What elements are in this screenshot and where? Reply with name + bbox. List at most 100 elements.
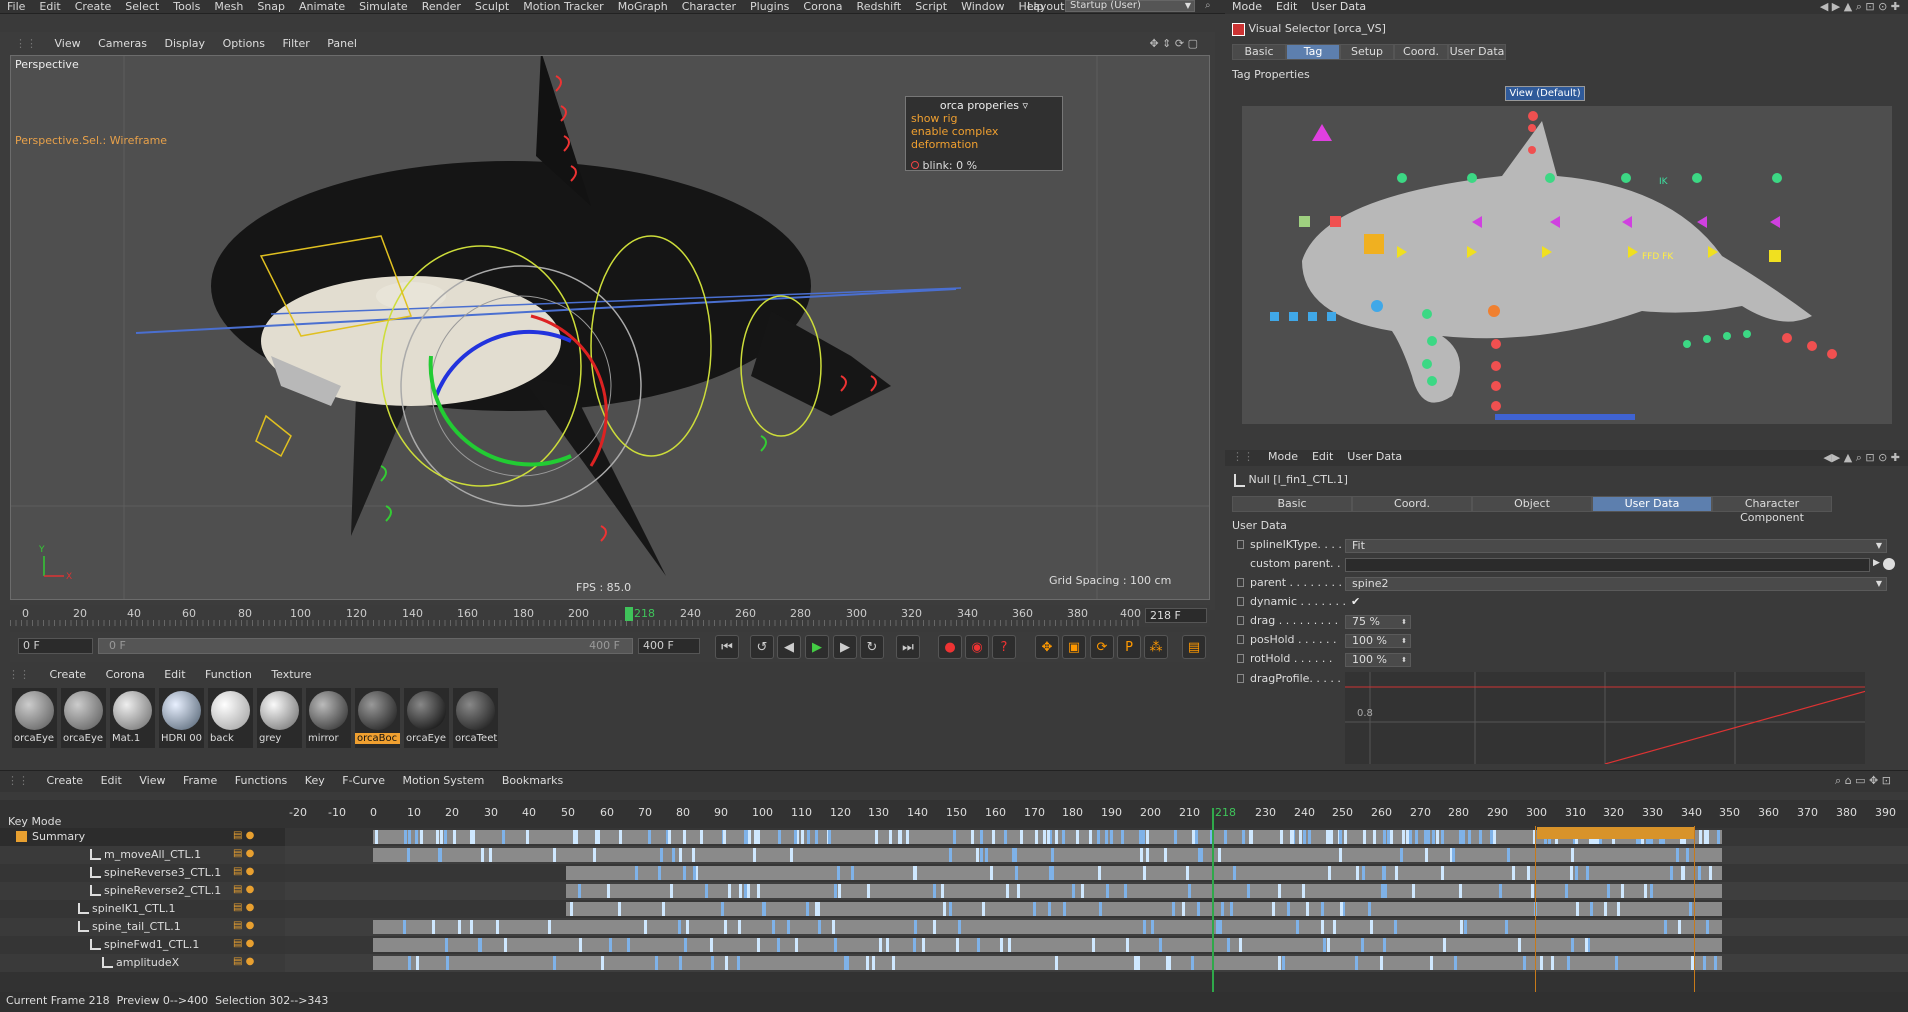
attr-tab-character-component[interactable]: Character Component bbox=[1712, 496, 1832, 524]
keyframe[interactable] bbox=[1493, 830, 1496, 844]
keyframe[interactable] bbox=[700, 830, 703, 844]
keyframe[interactable] bbox=[1043, 830, 1046, 844]
keyframe[interactable] bbox=[1462, 830, 1465, 844]
keyframe[interactable] bbox=[1356, 866, 1359, 880]
keyframe[interactable] bbox=[990, 866, 993, 880]
keyframe[interactable] bbox=[404, 830, 407, 844]
pick-object-icon[interactable] bbox=[1883, 558, 1895, 570]
keyframe[interactable] bbox=[1699, 830, 1702, 844]
dopesheet-row[interactable]: spineReverse2_CTL.1 ▤ ● bbox=[0, 882, 285, 900]
row-state-icons[interactable]: ▤ ● bbox=[233, 956, 254, 967]
ds-nav-icons[interactable]: ⌕ ⌂ ▭ ✥ ⊡ bbox=[1828, 771, 1898, 791]
drag-number-field[interactable]: 75 % ⬍ bbox=[1345, 615, 1411, 629]
keyframe[interactable] bbox=[1380, 956, 1383, 970]
keyframe[interactable] bbox=[1146, 830, 1149, 844]
keyframe[interactable] bbox=[1436, 830, 1439, 844]
menu-motion-tracker[interactable]: Motion Tracker bbox=[516, 0, 610, 13]
keyframe[interactable] bbox=[1402, 830, 1405, 844]
keyframe[interactable] bbox=[1278, 956, 1281, 970]
keyframe[interactable] bbox=[757, 938, 760, 952]
keyframe[interactable] bbox=[725, 956, 728, 970]
keyframe[interactable] bbox=[1033, 902, 1036, 916]
keyframe[interactable] bbox=[795, 938, 798, 952]
keyframe[interactable] bbox=[1272, 902, 1275, 916]
keyframe[interactable] bbox=[807, 830, 810, 844]
keyframe[interactable] bbox=[913, 938, 916, 952]
keyframe[interactable] bbox=[1242, 830, 1245, 844]
dopesheet-ruler[interactable]: -20 -10 0 10 20 30 40 50 60 70 80 90 100… bbox=[285, 806, 1908, 824]
keyframe[interactable] bbox=[1291, 830, 1294, 844]
complex-deformation-option[interactable]: enable complex deformation bbox=[906, 125, 1062, 151]
keyframe[interactable] bbox=[787, 920, 790, 934]
keyframe[interactable] bbox=[721, 902, 724, 916]
keyframe[interactable] bbox=[1441, 830, 1444, 844]
keyframe[interactable] bbox=[1327, 938, 1330, 952]
keyframe[interactable] bbox=[899, 830, 902, 844]
keyframe[interactable] bbox=[886, 938, 889, 952]
keyframe[interactable] bbox=[1239, 938, 1242, 952]
ds-menu-frame[interactable]: Frame bbox=[176, 771, 224, 791]
keyframe[interactable] bbox=[553, 956, 556, 970]
keyframe[interactable] bbox=[609, 938, 612, 952]
key-position-button[interactable]: ✥ bbox=[1035, 635, 1059, 659]
layout-dropdown[interactable]: Startup (User) ▼ bbox=[1065, 0, 1195, 12]
keyframe[interactable] bbox=[1296, 920, 1299, 934]
keyframe[interactable] bbox=[982, 902, 985, 916]
vs-menu-userdata[interactable]: User Data bbox=[1304, 0, 1373, 14]
keyframe[interactable] bbox=[1443, 938, 1446, 952]
prev-frame-button[interactable]: ◀ bbox=[777, 635, 801, 659]
attr-menu-mode[interactable]: Mode bbox=[1261, 450, 1305, 464]
keyframe[interactable] bbox=[1008, 938, 1011, 952]
keyframe[interactable] bbox=[953, 830, 956, 844]
keyframe[interactable] bbox=[1097, 830, 1100, 844]
keyframe[interactable] bbox=[747, 884, 750, 898]
keyframe[interactable] bbox=[906, 830, 909, 844]
dopesheet-row[interactable]: spineIK1_CTL.1 ▤ ● bbox=[0, 900, 285, 918]
go-to-start-button[interactable]: ⏮ bbox=[715, 635, 739, 659]
keyframe[interactable] bbox=[1142, 830, 1145, 844]
keyframe[interactable] bbox=[1344, 830, 1347, 844]
keyframe[interactable] bbox=[1233, 866, 1236, 880]
keyframe[interactable] bbox=[875, 830, 878, 844]
key-pla-button[interactable]: ⁂ bbox=[1144, 635, 1168, 659]
nav-icons[interactable]: ◀▶ ▲ ⌕ ⊡ ⊙ ✚ bbox=[1823, 451, 1900, 465]
keyframe[interactable] bbox=[1400, 848, 1403, 862]
keyframe[interactable] bbox=[578, 884, 581, 898]
key-scale-button[interactable]: ▣ bbox=[1062, 635, 1086, 659]
anim-dot-icon[interactable] bbox=[1237, 578, 1244, 587]
keyframe[interactable] bbox=[526, 830, 529, 844]
keyframe[interactable] bbox=[1174, 830, 1177, 844]
keyframe[interactable] bbox=[660, 848, 663, 862]
keyframe[interactable] bbox=[828, 830, 831, 844]
mat-menu-texture[interactable]: Texture bbox=[263, 666, 319, 684]
end-frame-field[interactable]: 400 F bbox=[638, 638, 700, 654]
keyframe[interactable] bbox=[1020, 830, 1023, 844]
keyframe[interactable] bbox=[1146, 848, 1149, 862]
keyframe[interactable] bbox=[1394, 920, 1397, 934]
keyframe[interactable] bbox=[1004, 830, 1007, 844]
keyframe[interactable] bbox=[1227, 938, 1230, 952]
keyframe[interactable] bbox=[1197, 902, 1200, 916]
stepper-icon[interactable]: ⬍ bbox=[1401, 654, 1407, 666]
keyframe[interactable] bbox=[778, 830, 781, 844]
keyframe[interactable] bbox=[1218, 848, 1221, 862]
keyframe[interactable] bbox=[777, 938, 780, 952]
keyframe[interactable] bbox=[1412, 884, 1415, 898]
keyframe[interactable] bbox=[801, 830, 804, 844]
keyframe[interactable] bbox=[1051, 848, 1054, 862]
keyframe[interactable] bbox=[753, 848, 756, 862]
vs-menu-mode[interactable]: Mode bbox=[1225, 0, 1269, 14]
keyframe[interactable] bbox=[980, 848, 983, 862]
keyframe[interactable] bbox=[1126, 938, 1129, 952]
keyframe[interactable] bbox=[1280, 830, 1283, 844]
keyframe[interactable] bbox=[1303, 830, 1306, 844]
keyframe[interactable] bbox=[837, 866, 840, 880]
blink-radio-icon[interactable] bbox=[911, 161, 919, 169]
menu-window[interactable]: Window bbox=[954, 0, 1011, 13]
keyframe[interactable] bbox=[1454, 956, 1457, 970]
vs-tab-tag[interactable]: Tag bbox=[1286, 44, 1340, 60]
keyframe[interactable] bbox=[1219, 920, 1222, 934]
keyframe[interactable] bbox=[601, 956, 604, 970]
keyframe[interactable] bbox=[1368, 902, 1371, 916]
material-swatch[interactable]: Mat.1 bbox=[110, 688, 155, 748]
